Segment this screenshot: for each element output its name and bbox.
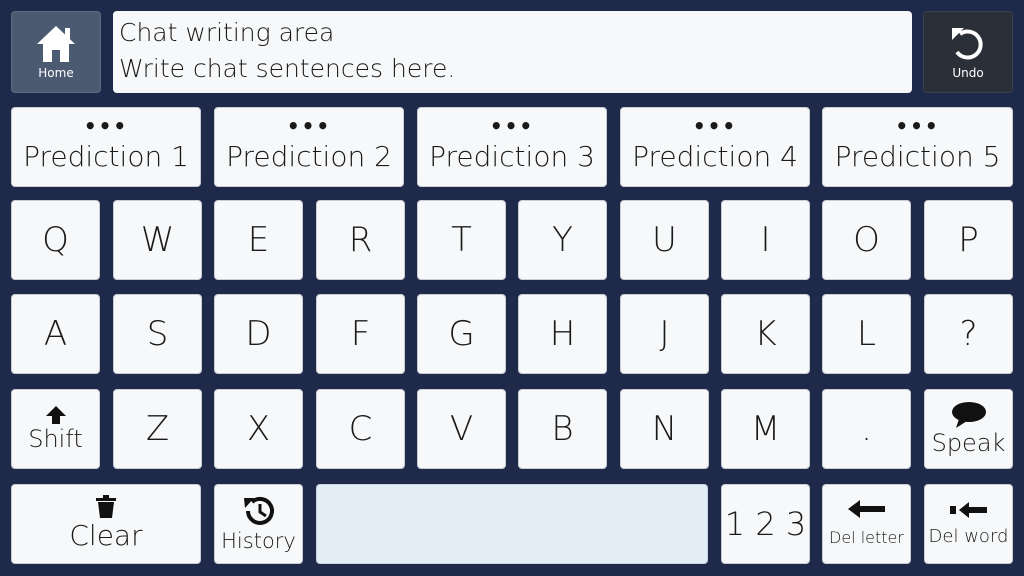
- prediction-3[interactable]: ••• Prediction 3: [417, 107, 607, 187]
- key-v[interactable]: V: [417, 389, 506, 469]
- speech-bubble-icon: [951, 401, 987, 429]
- more-dots-icon: •••: [489, 114, 535, 138]
- key-a[interactable]: A: [11, 294, 100, 374]
- key-y[interactable]: Y: [518, 200, 607, 280]
- prediction-label: Prediction 3: [429, 140, 595, 173]
- delete-word-button[interactable]: Del word: [924, 484, 1013, 564]
- speak-label: Speak: [931, 429, 1006, 457]
- key-k[interactable]: K: [721, 294, 810, 374]
- arrow-up-icon: [45, 405, 67, 425]
- prediction-1[interactable]: ••• Prediction 1: [11, 107, 201, 187]
- key-j[interactable]: J: [620, 294, 709, 374]
- delete-letter-button[interactable]: Del letter: [822, 484, 911, 564]
- more-dots-icon: •••: [286, 114, 332, 138]
- key-i[interactable]: I: [721, 200, 810, 280]
- trash-icon: [95, 495, 117, 519]
- shift-button[interactable]: Shift: [11, 389, 100, 469]
- prediction-2[interactable]: ••• Prediction 2: [214, 107, 404, 187]
- key-l[interactable]: L: [822, 294, 911, 374]
- key-e[interactable]: E: [214, 200, 303, 280]
- delete-word-label: Del word: [928, 526, 1009, 547]
- prediction-label: Prediction 5: [834, 140, 1001, 173]
- chat-writing-area[interactable]: Chat writing area Write chat sentences h…: [113, 11, 912, 93]
- speak-button[interactable]: Speak: [924, 389, 1013, 469]
- key-w[interactable]: W: [113, 200, 202, 280]
- key-t[interactable]: T: [417, 200, 506, 280]
- arrow-left-bar-icon: [949, 500, 989, 520]
- prediction-label: Prediction 1: [23, 140, 189, 173]
- key-s[interactable]: S: [113, 294, 202, 374]
- key-o[interactable]: O: [822, 200, 911, 280]
- more-dots-icon: •••: [83, 114, 129, 138]
- delete-letter-label: Del letter: [829, 528, 904, 547]
- key-d[interactable]: D: [214, 294, 303, 374]
- prediction-4[interactable]: ••• Prediction 4: [620, 107, 810, 187]
- history-label: History: [221, 529, 296, 553]
- clear-label: Clear: [69, 519, 143, 552]
- key-h[interactable]: H: [518, 294, 607, 374]
- chat-text: Write chat sentences here.: [119, 54, 456, 83]
- undo-button[interactable]: Undo: [923, 11, 1013, 93]
- key-f[interactable]: F: [316, 294, 405, 374]
- key-g[interactable]: G: [417, 294, 506, 374]
- numbers-button[interactable]: 1 2 3: [721, 484, 810, 564]
- key-n[interactable]: N: [620, 389, 709, 469]
- history-button[interactable]: History: [214, 484, 303, 564]
- key-b[interactable]: B: [518, 389, 607, 469]
- prediction-label: Prediction 2: [226, 140, 392, 173]
- chat-title: Chat writing area: [119, 18, 335, 47]
- key-x[interactable]: X: [214, 389, 303, 469]
- key-z[interactable]: Z: [113, 389, 202, 469]
- arrow-left-icon: [847, 499, 887, 519]
- space-bar[interactable]: [316, 484, 708, 564]
- home-label: Home: [38, 66, 74, 80]
- key-q[interactable]: Q: [11, 200, 100, 280]
- more-dots-icon: •••: [895, 114, 940, 138]
- key-question-mark[interactable]: ?: [924, 294, 1013, 374]
- key-p[interactable]: P: [924, 200, 1013, 280]
- key-r[interactable]: R: [316, 200, 405, 280]
- history-clock-icon: [241, 494, 277, 528]
- prediction-5[interactable]: ••• Prediction 5: [822, 107, 1013, 187]
- undo-icon: [948, 24, 988, 64]
- prediction-label: Prediction 4: [632, 140, 798, 173]
- key-u[interactable]: U: [620, 200, 709, 280]
- more-dots-icon: •••: [692, 114, 738, 138]
- home-button[interactable]: Home: [11, 11, 101, 93]
- key-c[interactable]: C: [316, 389, 405, 469]
- undo-label: Undo: [952, 66, 984, 80]
- key-period[interactable]: .: [822, 389, 911, 469]
- key-m[interactable]: M: [721, 389, 810, 469]
- shift-label: Shift: [28, 425, 83, 453]
- clear-button[interactable]: Clear: [11, 484, 201, 564]
- home-icon: [35, 24, 77, 64]
